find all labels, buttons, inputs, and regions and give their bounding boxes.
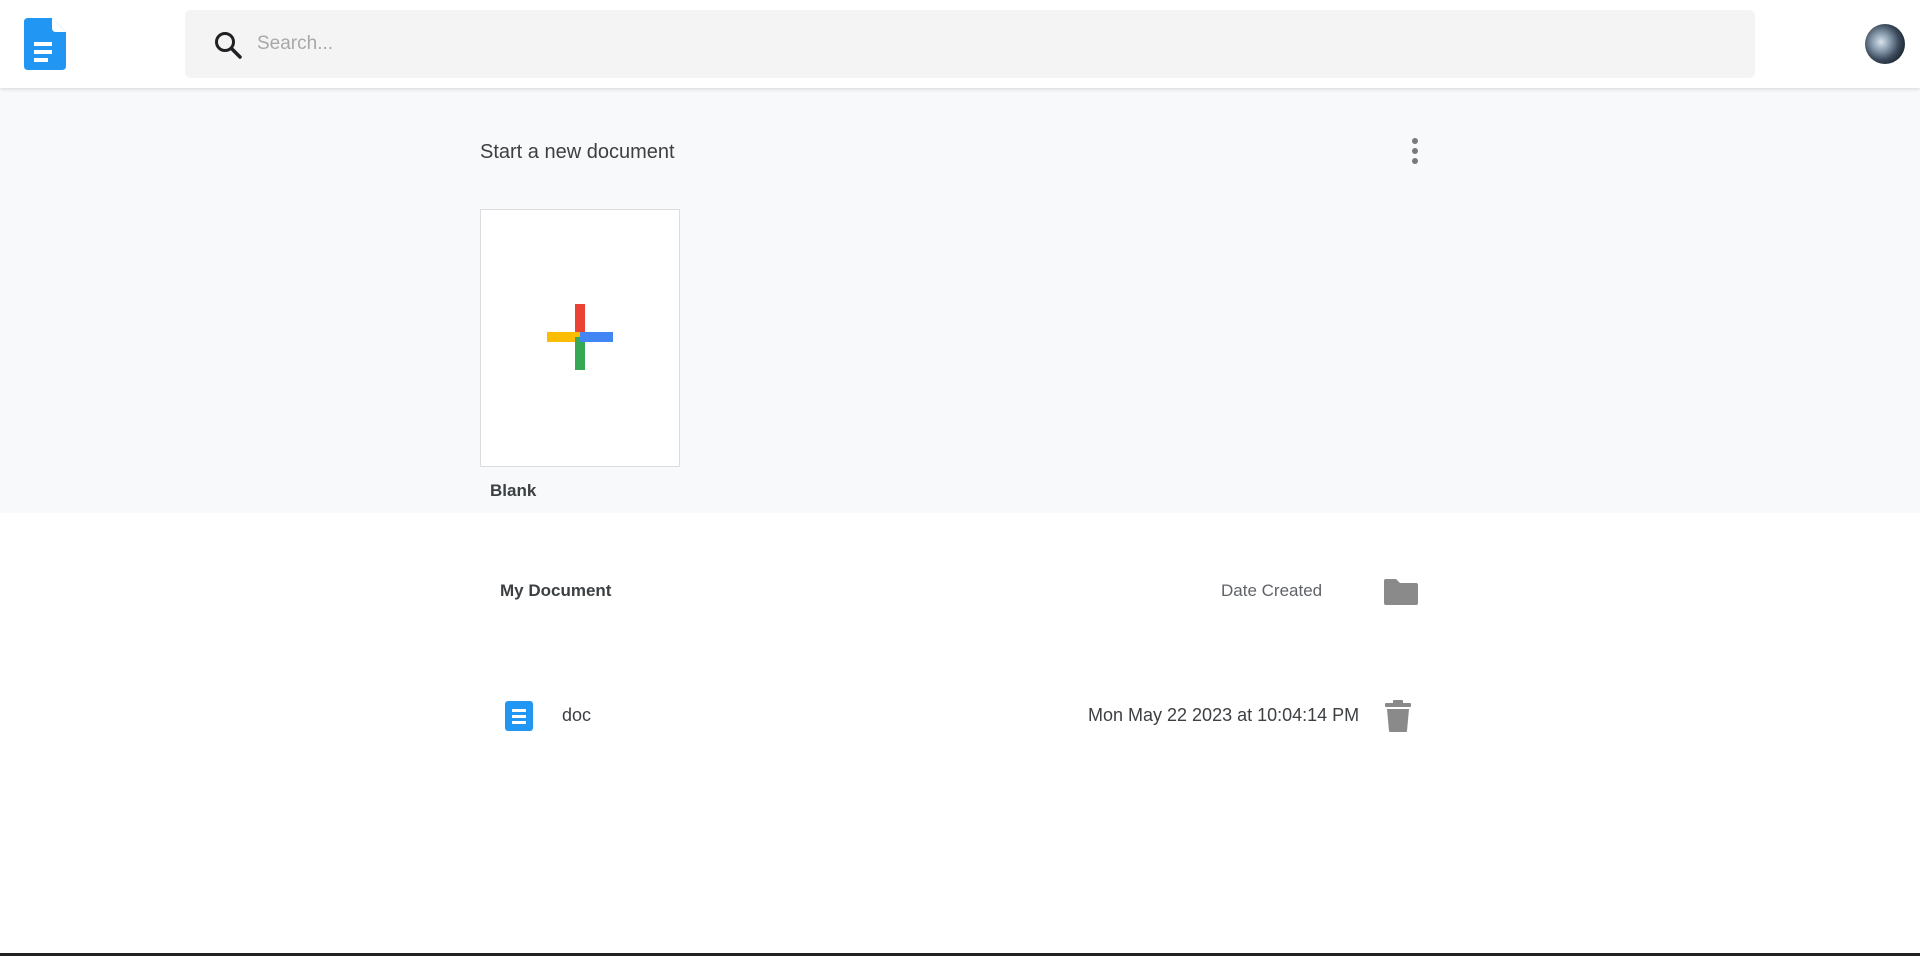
docs-logo-icon[interactable] bbox=[24, 18, 66, 70]
search-bar bbox=[185, 10, 1755, 78]
top-app-bar bbox=[0, 0, 1920, 88]
documents-list-title: My Document bbox=[500, 581, 612, 600]
trash-icon[interactable] bbox=[1383, 699, 1413, 733]
folder-icon[interactable] bbox=[1383, 575, 1419, 607]
document-row[interactable]: doc Mon May 22 2023 at 10:04:14 PM bbox=[480, 688, 1430, 744]
search-input[interactable] bbox=[257, 24, 1717, 64]
new-document-section: Start a new document Blank bbox=[0, 88, 1920, 513]
template-label: Blank bbox=[490, 481, 537, 500]
document-name: doc bbox=[562, 705, 592, 725]
blank-template-card[interactable] bbox=[480, 209, 680, 467]
search-icon[interactable] bbox=[213, 30, 243, 60]
document-date: Mon May 22 2023 at 10:04:14 PM bbox=[1088, 705, 1360, 725]
date-created-header[interactable]: Date Created bbox=[1221, 581, 1322, 601]
section-title: Start a new document bbox=[480, 141, 675, 163]
more-vert-icon[interactable] bbox=[1402, 134, 1428, 168]
avatar[interactable] bbox=[1865, 24, 1905, 64]
doc-icon bbox=[504, 700, 534, 732]
plus-icon bbox=[547, 304, 613, 370]
